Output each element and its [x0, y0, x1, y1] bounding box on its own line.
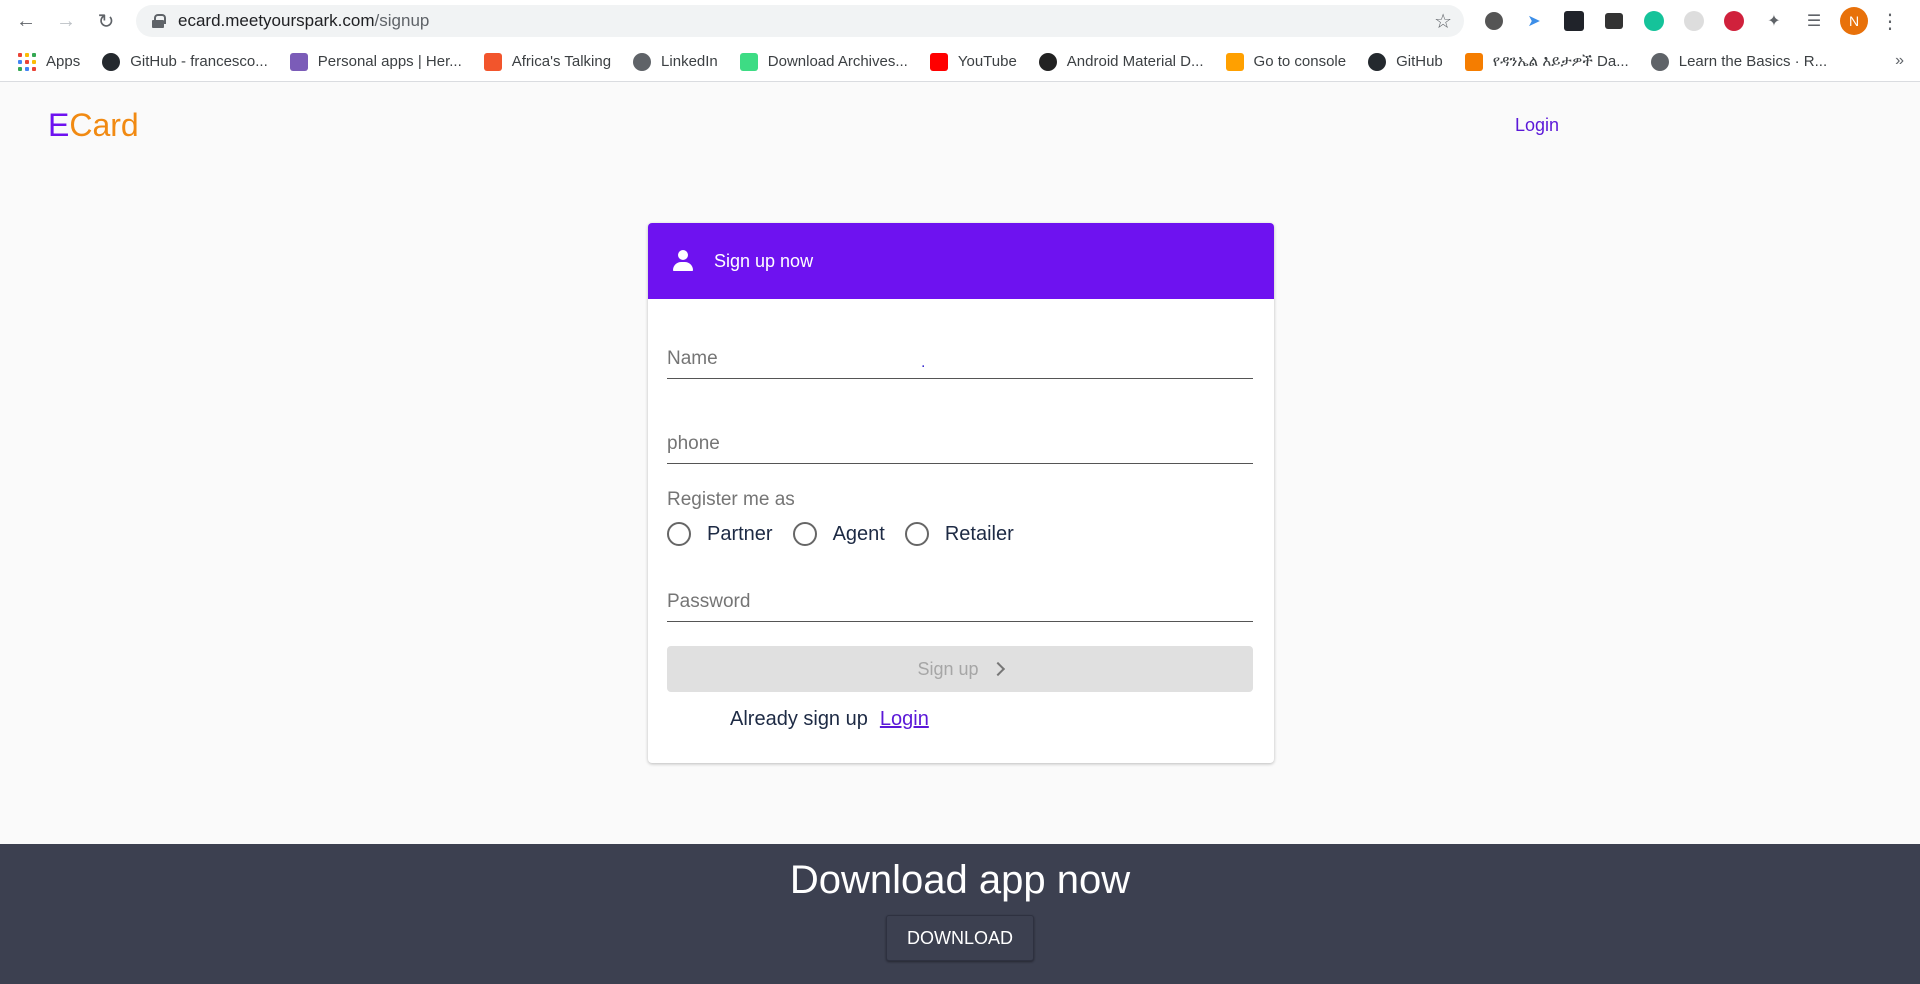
bookmark-item[interactable]: YouTube — [929, 52, 1017, 71]
bookmark-item[interactable]: GitHub - francesco... — [102, 52, 268, 71]
dark-mode-extension-icon[interactable] — [1480, 7, 1508, 35]
page-content: ECard Login Sign up now Name . phone Reg… — [0, 83, 1920, 984]
android-icon — [739, 52, 758, 71]
register-as-label: Register me as — [667, 489, 795, 510]
bookmark-label: Apps — [46, 53, 81, 70]
already-signed-up-text: Already sign up — [730, 708, 868, 730]
signup-card-title: Sign up now — [714, 250, 814, 271]
radio-agent[interactable]: Agent — [792, 522, 885, 546]
blocker-extension-icon[interactable] — [1720, 7, 1748, 35]
bookmark-item[interactable]: Learn the Basics · R... — [1650, 52, 1828, 71]
globe-icon — [1650, 52, 1669, 71]
radio-agent-label: Agent — [832, 522, 885, 545]
bookmark-label: Download Archives... — [767, 53, 908, 70]
password-field-label: Password — [667, 591, 751, 612]
timer-extension-icon[interactable] — [1680, 7, 1708, 35]
react-devtools-icon[interactable] — [1560, 7, 1588, 35]
browser-toolbar: ← → ↻ ecard.meetyourspark.com/signup ☆ ➤… — [0, 0, 1920, 42]
kebab-menu-icon[interactable]: ⋮ — [1880, 9, 1900, 34]
radio-circle-icon[interactable] — [792, 522, 817, 546]
footer-title: Download app now — [789, 858, 1131, 902]
bookmark-label: Go to console — [1253, 53, 1347, 70]
bookmark-star-icon[interactable]: ☆ — [1434, 9, 1452, 34]
bookmark-item[interactable]: Personal apps | Her... — [289, 52, 462, 71]
bookmark-item[interactable]: LinkedIn — [633, 52, 718, 71]
person-icon — [672, 250, 694, 272]
signup-button-label: Sign up — [917, 658, 979, 679]
lock-icon — [152, 14, 166, 28]
bookmark-item[interactable]: Apps — [18, 52, 81, 71]
phone-field[interactable]: phone — [667, 433, 1253, 464]
forward-icon[interactable]: → — [52, 7, 80, 35]
bookmark-label: Africa's Talking — [511, 53, 612, 70]
url-text: ecard.meetyourspark.com/signup — [178, 11, 430, 30]
bookmark-label: LinkedIn — [661, 53, 718, 70]
extension-icon[interactable] — [1600, 7, 1628, 35]
radio-retailer-label: Retailer — [944, 522, 1014, 545]
phone-field-label: phone — [667, 433, 720, 454]
globe-icon — [633, 52, 652, 71]
bookmark-label: Android Material D... — [1066, 53, 1204, 70]
bookmark-label: Personal apps | Her... — [317, 53, 462, 70]
material-icon — [1038, 52, 1057, 71]
signup-button[interactable]: Sign up — [667, 646, 1253, 692]
login-link[interactable]: Login — [880, 708, 929, 731]
bookmark-item[interactable]: የዳንኤል እይታዎች Da... — [1464, 52, 1629, 71]
bookmark-item[interactable]: Africa's Talking — [483, 52, 612, 71]
profile-avatar[interactable]: N — [1840, 7, 1868, 35]
bookmark-item[interactable]: Android Material D... — [1038, 52, 1204, 71]
github-icon — [102, 52, 121, 71]
name-field[interactable]: Name . — [667, 348, 1253, 379]
bookmark-label: Learn the Basics · R... — [1678, 53, 1828, 70]
youtube-icon — [929, 52, 948, 71]
bookmark-label: GitHub — [1396, 53, 1443, 70]
bookmark-item[interactable]: Go to console — [1225, 52, 1347, 71]
bookmark-item[interactable]: Download Archives... — [739, 52, 908, 71]
blogger-icon — [1464, 52, 1483, 71]
radio-circle-icon[interactable] — [904, 522, 929, 546]
ecard-logo[interactable]: ECard — [48, 107, 139, 144]
bookmark-label: YouTube — [957, 53, 1017, 70]
name-field-label: Name — [667, 348, 718, 369]
media-queue-icon[interactable]: ☰ — [1800, 7, 1828, 35]
bookmarks-bar: Apps GitHub - francesco... Personal apps |… — [0, 42, 1920, 82]
chevron-right-icon — [990, 661, 1005, 677]
signup-card: Sign up now Name . phone Register me as … — [648, 223, 1274, 763]
github-icon — [1368, 52, 1387, 71]
radio-circle-icon[interactable] — [667, 522, 691, 546]
download-button[interactable]: DOWNLOAD — [886, 915, 1034, 961]
africas-talking-icon — [483, 52, 502, 71]
role-radio-group: Partner Agent Retailer — [667, 522, 1034, 546]
bookmark-label: GitHub - francesco... — [130, 53, 268, 70]
firebase-icon — [1225, 52, 1244, 71]
apps-grid-icon — [18, 52, 36, 71]
back-icon[interactable]: ← — [12, 7, 40, 35]
radio-partner[interactable]: Partner — [667, 522, 773, 546]
address-bar[interactable]: ecard.meetyourspark.com/signup ☆ — [136, 5, 1464, 37]
password-field[interactable]: Password — [667, 591, 1253, 622]
radio-retailer[interactable]: Retailer — [904, 522, 1014, 546]
puzzle-icon[interactable]: ✦ — [1760, 7, 1788, 35]
header-login-link[interactable]: Login — [1515, 115, 1559, 136]
radio-partner-label: Partner — [707, 522, 773, 545]
bookmark-item[interactable]: GitHub — [1368, 52, 1443, 71]
signup-card-header: Sign up now — [648, 223, 1274, 299]
text-cursor-mark: . — [921, 354, 926, 371]
send-extension-icon[interactable]: ➤ — [1520, 7, 1548, 35]
reload-icon[interactable]: ↻ — [92, 7, 120, 35]
download-footer: Download app now DOWNLOAD — [0, 844, 1920, 984]
heroku-icon — [289, 52, 308, 71]
bookmarks-overflow-icon[interactable]: » — [1895, 52, 1904, 70]
already-signed-up-row: Already sign up Login — [730, 708, 929, 731]
grammarly-icon[interactable] — [1640, 7, 1668, 35]
bookmark-label: የዳንኤል እይታዎች Da... — [1492, 53, 1629, 70]
